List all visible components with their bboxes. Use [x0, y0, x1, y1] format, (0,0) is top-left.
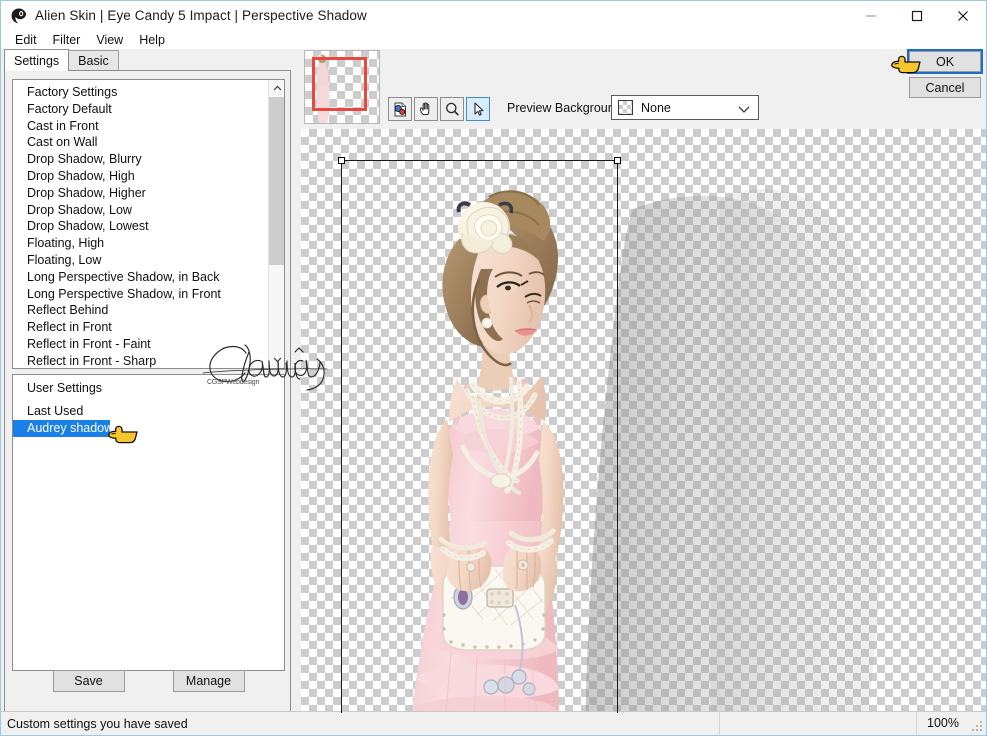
menu-item-filter[interactable]: Filter	[45, 32, 89, 48]
list-item[interactable]: Drop Shadow, Low	[13, 202, 269, 219]
window-controls	[848, 1, 986, 30]
ok-button[interactable]: OK	[907, 49, 983, 74]
list-item[interactable]: Long Perspective Shadow, in Back	[13, 269, 269, 286]
list-item[interactable]: Last Used	[13, 403, 284, 420]
factory-settings-list[interactable]: Factory Settings Factory Default Cast in…	[12, 79, 285, 369]
list-item[interactable]: Floating, Low	[13, 252, 269, 269]
list-item[interactable]: Cast in Front	[13, 118, 269, 135]
status-divider	[719, 712, 720, 735]
settings-panel: Factory Settings Factory Default Cast in…	[4, 70, 291, 713]
preview-background-value: None	[641, 100, 671, 115]
navigator-thumbnail[interactable]	[304, 50, 380, 124]
list-item[interactable]: Reflect in Front - Faint	[13, 336, 269, 353]
preview-background-swatch-icon	[618, 100, 633, 115]
list-group-header: Factory Settings	[27, 85, 118, 99]
list-item[interactable]: Reflect in Front	[13, 319, 269, 336]
tab-settings[interactable]: Settings	[4, 49, 70, 71]
status-divider-2	[916, 712, 917, 735]
list-item[interactable]: Floating, High	[13, 235, 269, 252]
menu-item-view[interactable]: View	[88, 32, 131, 48]
zoom-level: 100%	[927, 716, 959, 730]
zoom-magnifier-tool-icon[interactable]	[440, 97, 464, 121]
list-item[interactable]: Reflect in Front - Sharp	[13, 353, 269, 368]
chevron-down-icon[interactable]	[269, 351, 284, 368]
save-button[interactable]: Save	[52, 670, 125, 692]
list-group-header: User Settings	[27, 381, 103, 395]
user-settings-list[interactable]: User Settings Last Used Audrey shadow	[12, 374, 285, 671]
tab-basic[interactable]: Basic	[68, 50, 119, 71]
maximize-icon[interactable]	[894, 1, 940, 30]
arrow-select-tool-icon[interactable]	[466, 97, 490, 121]
status-bar: Custom settings you have saved 100%	[1, 711, 986, 735]
preview-tool-buttons	[388, 97, 492, 121]
menu-bar: Edit Filter View Help	[1, 30, 986, 49]
navigator-viewport-rect[interactable]	[312, 57, 367, 111]
manage-button[interactable]: Manage	[172, 670, 245, 692]
alien-skin-logo-icon	[10, 7, 28, 25]
list-item[interactable]: Reflect Behind	[13, 302, 269, 319]
list-item[interactable]: Cast on Wall	[13, 134, 269, 151]
scrollbar-thumb[interactable]	[269, 97, 284, 265]
preview-image	[413, 189, 884, 713]
list-item[interactable]: Factory Default	[13, 101, 269, 118]
title-bar: Alien Skin | Eye Candy 5 Impact | Perspe…	[1, 1, 986, 30]
status-message: Custom settings you have saved	[7, 716, 188, 731]
close-icon[interactable]	[940, 1, 986, 30]
list-item[interactable]: Drop Shadow, Higher	[13, 185, 269, 202]
preview-background-select[interactable]: None	[611, 95, 759, 120]
factory-settings-list-inner: Factory Settings Factory Default Cast in…	[13, 80, 269, 368]
menu-item-edit[interactable]: Edit	[7, 32, 45, 48]
preview-background-label: Preview Background:	[507, 101, 626, 115]
color-picker-tool-icon[interactable]	[388, 97, 412, 121]
factory-list-scrollbar[interactable]	[268, 80, 284, 368]
list-item[interactable]: Drop Shadow, Lowest	[13, 218, 269, 235]
list-item[interactable]: Drop Shadow, Blurry	[13, 151, 269, 168]
tab-strip: Settings Basic	[1, 49, 291, 71]
list-item[interactable]: Long Perspective Shadow, in Front	[13, 286, 269, 303]
chevron-up-icon[interactable]	[269, 80, 284, 97]
panel-button-row: Save Manage	[5, 670, 292, 692]
resize-grip-icon[interactable]	[971, 720, 983, 732]
cancel-button[interactable]: Cancel	[909, 77, 981, 98]
user-list-selected-item[interactable]: Audrey shadow	[13, 420, 113, 437]
preview-canvas[interactable]	[301, 129, 986, 713]
minimize-icon[interactable]	[848, 1, 894, 30]
eye-candy-dialog: Alien Skin | Eye Candy 5 Impact | Perspe…	[0, 0, 987, 736]
window-title: Alien Skin | Eye Candy 5 Impact | Perspe…	[35, 8, 367, 23]
list-item[interactable]: Drop Shadow, High	[13, 168, 269, 185]
hand-pan-tool-icon[interactable]	[414, 97, 438, 121]
chevron-down-icon[interactable]	[738, 103, 750, 117]
menu-item-help[interactable]: Help	[131, 32, 173, 48]
